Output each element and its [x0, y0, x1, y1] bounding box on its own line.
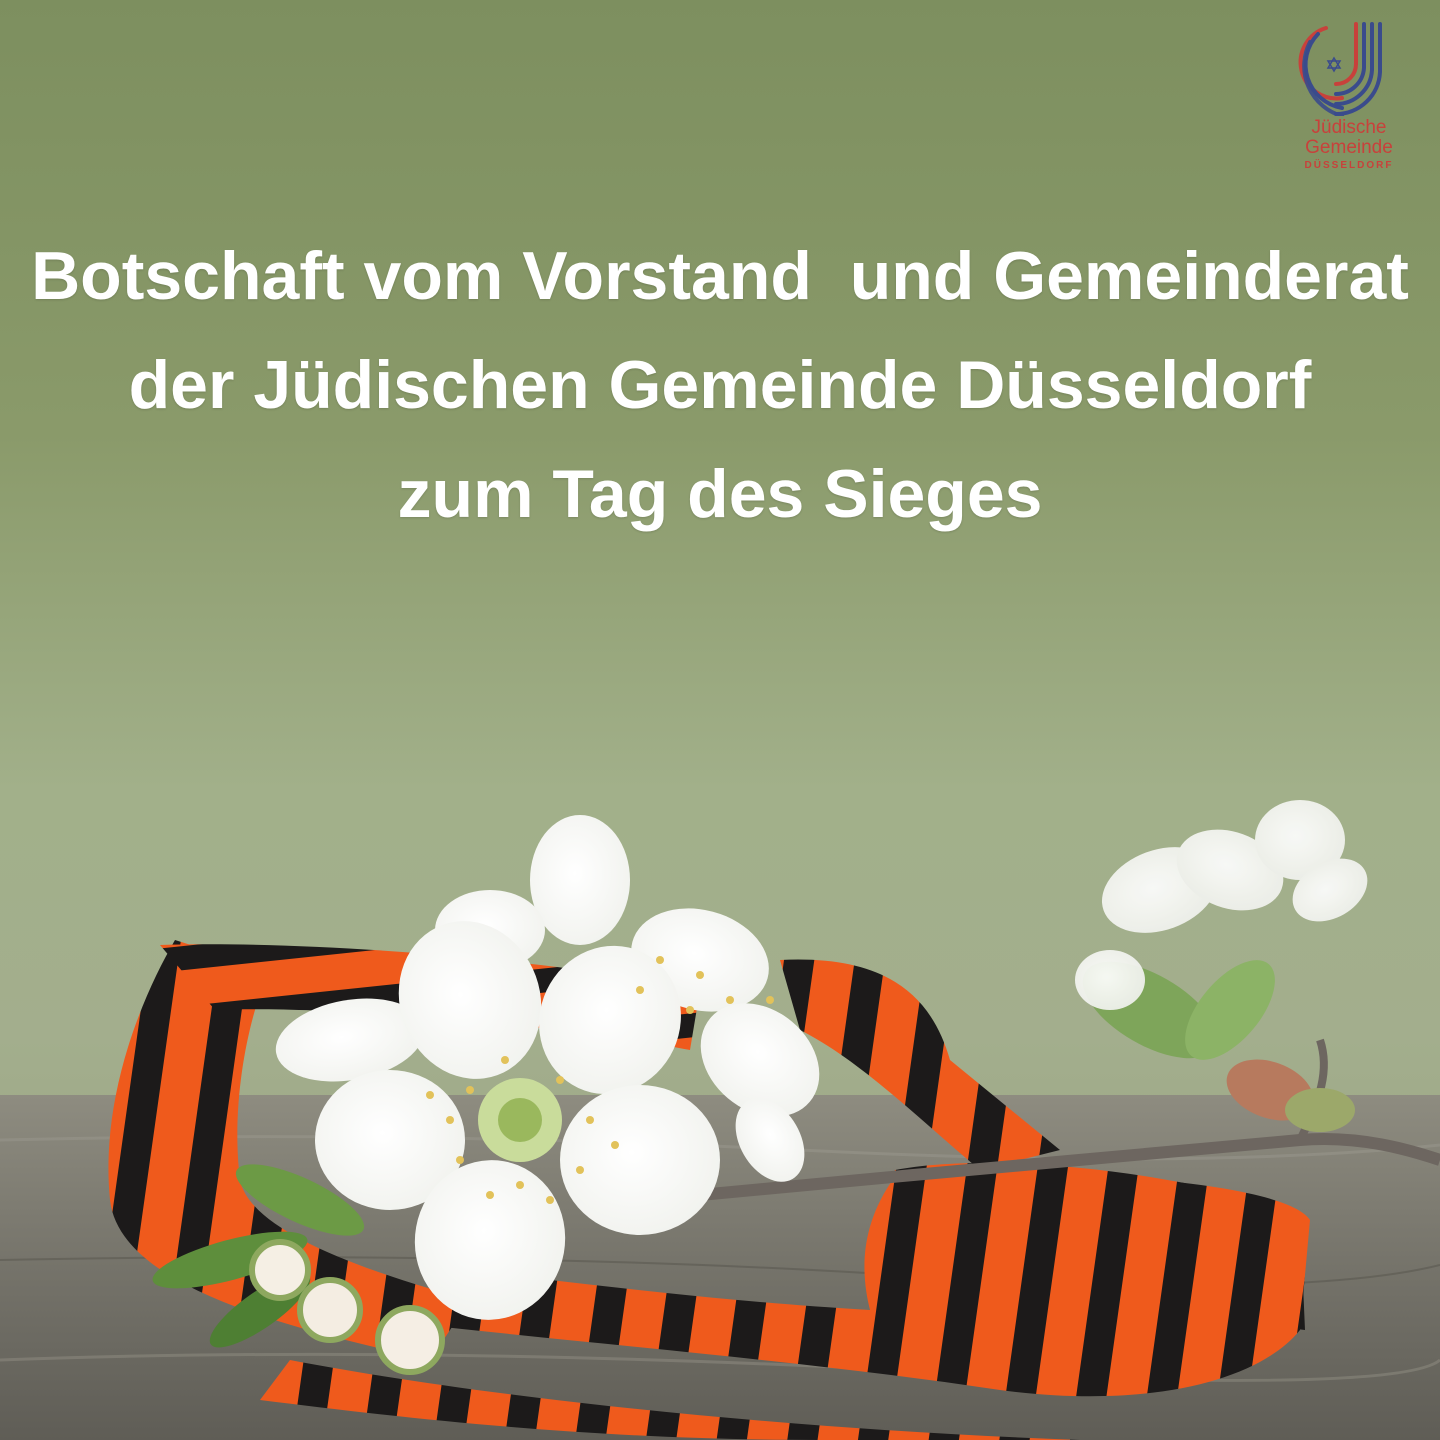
headline-line-3: zum Tag des Sieges: [397, 456, 1043, 532]
logo-line-2: Gemeinde: [1305, 137, 1393, 158]
menorah-arc-logo-icon: [1298, 22, 1382, 118]
headline: Botschaft vom Vorstand und Gemeinderat d…: [0, 222, 1440, 549]
headline-line-2: der Jüdischen Gemeinde Düsseldorf: [128, 347, 1312, 423]
flowers-ribbon-photo: [0, 800, 1440, 1440]
logo-line-3: DÜSSELDORF: [1304, 160, 1394, 171]
logo-text: Jüdische Gemeinde DÜSSELDORF: [1296, 118, 1402, 174]
poster-canvas: Botschaft vom Vorstand und Gemeinderat d…: [0, 0, 1440, 1440]
logo-line-1: Jüdische: [1311, 117, 1387, 138]
headline-line-1: Botschaft vom Vorstand und Gemeinderat: [31, 238, 1409, 314]
community-logo: Jüdische Gemeinde DÜSSELDORF: [1296, 18, 1402, 178]
